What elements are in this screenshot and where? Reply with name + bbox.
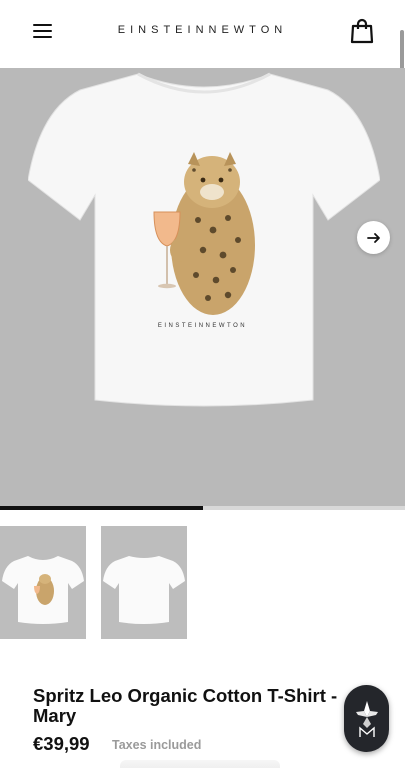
brand-emblem-icon — [355, 700, 378, 737]
shopping-bag-icon — [350, 18, 374, 44]
product-gallery[interactable]: EINSTEINNEWTON — [0, 68, 405, 509]
product-title: Spritz Leo Organic Cotton T-Shirt - Mary — [33, 685, 338, 726]
brand-logo[interactable]: EINSTEINNEWTON — [0, 24, 405, 36]
brand-chat-badge[interactable] — [344, 685, 389, 752]
thumbnail-back[interactable] — [101, 526, 187, 639]
gallery-progress-fill — [0, 506, 203, 510]
product-price: €39,99 — [33, 733, 90, 754]
thumbnail-front[interactable] — [0, 526, 86, 639]
gallery-progress — [0, 506, 405, 510]
thumbnail-back-image — [103, 556, 185, 624]
cart-button[interactable] — [350, 18, 374, 44]
thumbnail-front-image — [2, 556, 84, 624]
next-image-button[interactable] — [357, 221, 390, 254]
site-header: EINSTEINNEWTON — [0, 0, 405, 68]
product-image-tshirt — [28, 72, 380, 407]
taxes-note: Taxes included — [112, 738, 202, 752]
bottom-overlay — [120, 760, 280, 768]
shirt-print-brand: EINSTEINNEWTON — [157, 323, 248, 329]
arrow-right-icon — [366, 232, 380, 243]
